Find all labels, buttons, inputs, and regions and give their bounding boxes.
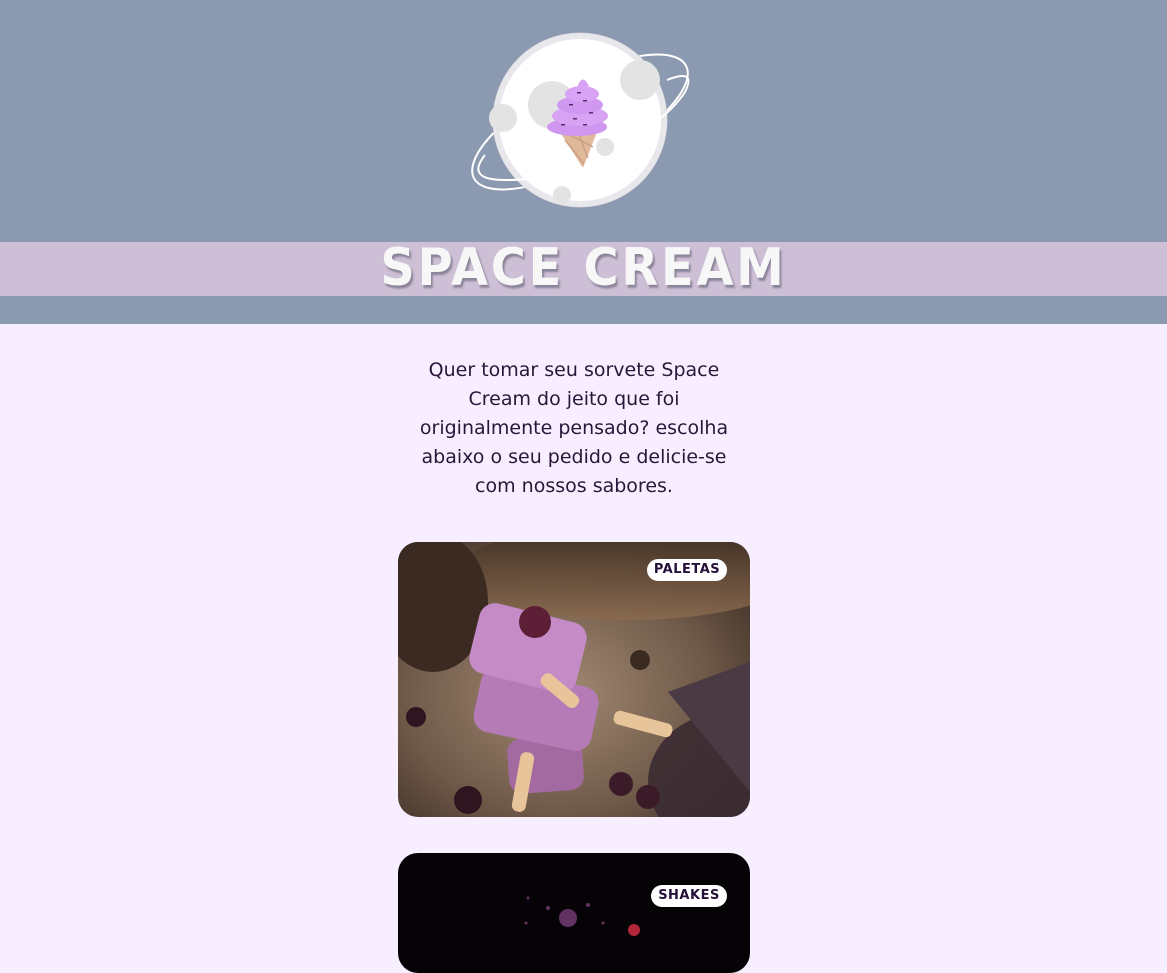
intro-text: Quer tomar seu sorvete Space Cream do je… — [419, 359, 729, 497]
category-label-shakes: SHAKES — [651, 885, 727, 907]
category-label-paletas: PALETAS — [647, 559, 727, 581]
category-card-shakes[interactable]: SHAKES — [398, 853, 750, 973]
site-title: SPACE CREAM — [380, 238, 787, 298]
shakes-photo — [398, 853, 750, 973]
category-card-paletas[interactable]: PALETAS — [398, 542, 750, 817]
popsicles-photo — [398, 542, 750, 817]
ice-cream-planet-icon[interactable] — [465, 30, 695, 210]
